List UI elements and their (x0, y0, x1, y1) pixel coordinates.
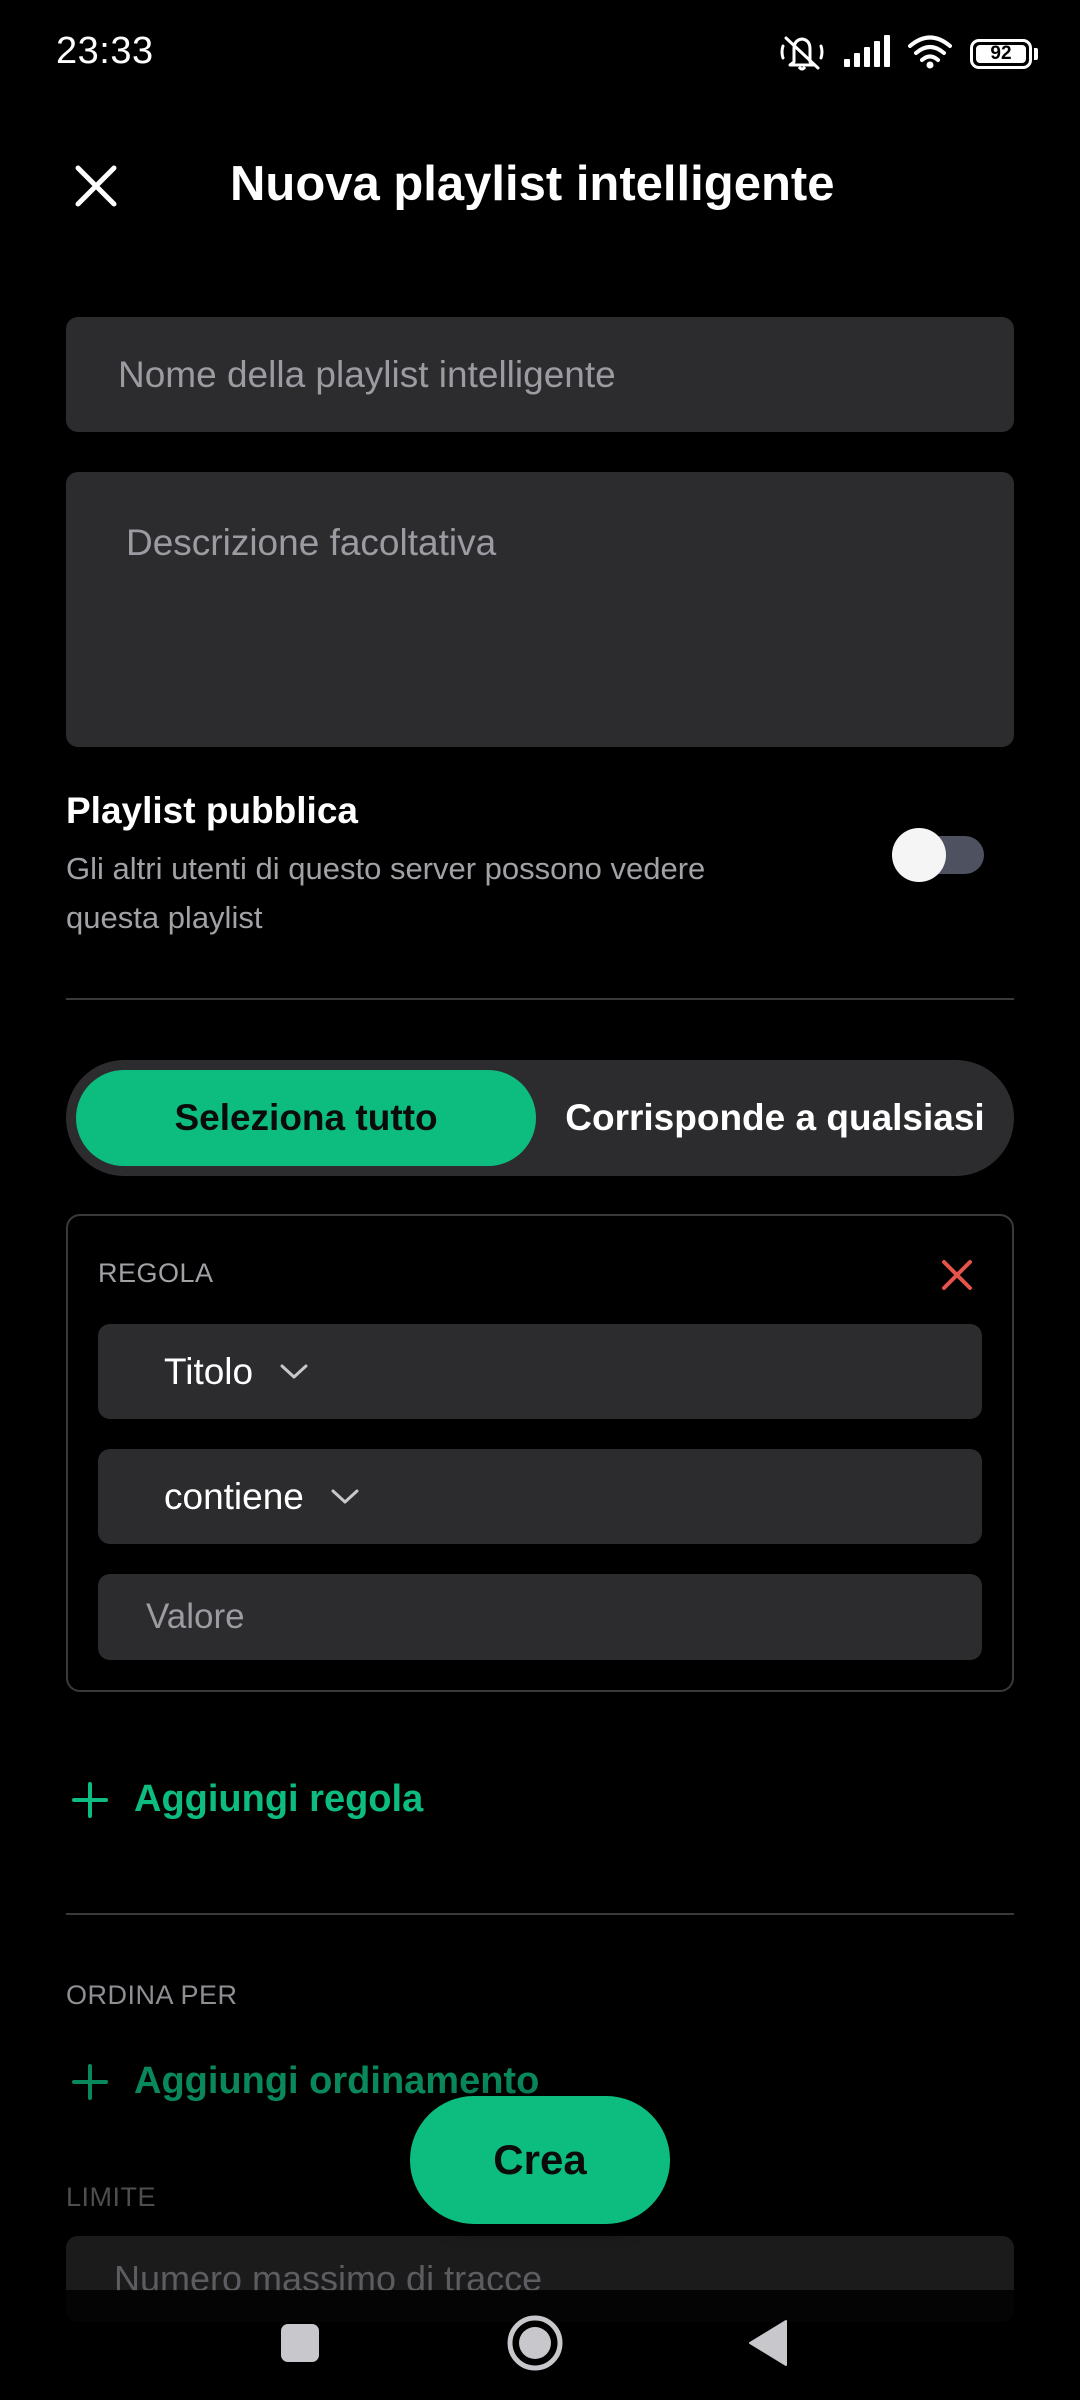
public-playlist-title: Playlist pubblica (66, 790, 358, 831)
rule-operator-value: contiene (164, 1475, 304, 1517)
limit-section-label: LIMITE (66, 2182, 157, 2212)
playlist-description-input[interactable] (66, 472, 1014, 747)
rule-label: REGOLA (98, 1258, 214, 1288)
chevron-down-icon (279, 1362, 309, 1382)
public-playlist-toggle[interactable] (892, 828, 984, 882)
header: Nuova playlist intelligente (0, 130, 1080, 242)
plus-icon (72, 2063, 108, 2100)
status-time: 23:33 (56, 30, 154, 72)
plus-icon (72, 1781, 108, 1818)
toggle-knob (892, 828, 946, 882)
recents-button[interactable] (260, 2308, 340, 2378)
divider (66, 1913, 1014, 1915)
segment-match-any[interactable]: Corrisponde a qualsiasi (546, 1070, 1004, 1166)
chevron-down-icon (330, 1487, 360, 1507)
close-icon (75, 165, 117, 207)
rule-field-dropdown[interactable]: Titolo (98, 1324, 982, 1419)
sort-section-label: ORDINA PER (66, 1980, 238, 2010)
status-bar: 23:33 92 (0, 0, 1080, 100)
rule-value-input[interactable] (98, 1574, 982, 1660)
rule-card: REGOLA Titolo contiene (66, 1214, 1014, 1692)
mute-icon (780, 32, 824, 77)
battery-level: 92 (990, 43, 1012, 64)
home-circle-icon (507, 2315, 563, 2371)
battery-icon: 92 (970, 39, 1032, 69)
navigation-bar (0, 2290, 1080, 2400)
rule-field-value: Titolo (164, 1350, 254, 1392)
remove-rule-button[interactable] (932, 1250, 982, 1300)
screen: 23:33 92 Nuova playlist intelligente Nom… (0, 0, 1080, 2400)
back-triangle-icon (749, 2320, 787, 2366)
signal-icon (842, 34, 890, 74)
status-icons: 92 (780, 30, 1038, 78)
add-rule-label: Aggiungi regola (134, 1778, 424, 1820)
battery-tip (1034, 48, 1038, 60)
page-title: Nuova playlist intelligente (230, 157, 835, 211)
match-mode-segmented-control: Seleziona tutto Corrisponde a qualsiasi (66, 1060, 1014, 1176)
wifi-icon (908, 35, 952, 74)
square-icon (281, 2324, 319, 2362)
home-button[interactable] (495, 2308, 575, 2378)
close-button[interactable] (66, 156, 126, 216)
public-playlist-description: Gli altri utenti di questo server posson… (66, 851, 706, 935)
close-icon (942, 1260, 972, 1290)
back-button[interactable] (728, 2308, 808, 2378)
public-playlist-row: Playlist pubblica Gli altri utenti di qu… (66, 790, 1014, 940)
rule-operator-dropdown[interactable]: contiene (98, 1449, 982, 1544)
segment-match-all[interactable]: Seleziona tutto (76, 1070, 536, 1166)
playlist-name-input[interactable] (66, 317, 1014, 432)
add-rule-button[interactable]: Aggiungi regola (70, 1778, 423, 1821)
divider (66, 998, 1014, 1000)
create-button[interactable]: Crea (410, 2096, 670, 2224)
